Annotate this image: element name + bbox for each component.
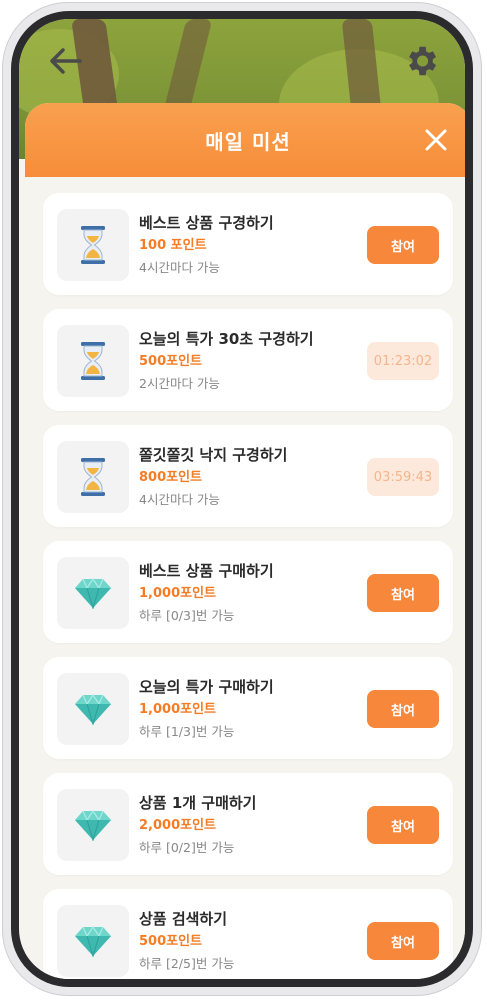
mission-title: 베스트 상품 구매하기 bbox=[139, 562, 274, 580]
mission-info: 오늘의 특가 구매하기 1,000포인트 하루 [1/3]번 가능 bbox=[139, 677, 274, 741]
mission-card: 오늘의 특가 30초 구경하기 500포인트 2시간마다 가능 01:23:02 bbox=[43, 309, 453, 411]
mission-availability: 하루 [0/2]번 가능 bbox=[139, 840, 235, 855]
mission-availability: 4시간마다 가능 bbox=[139, 260, 220, 275]
mission-availability: 2시간마다 가능 bbox=[139, 376, 220, 391]
mission-points: 500포인트 bbox=[139, 934, 203, 949]
arrow-left-icon bbox=[50, 48, 82, 74]
mission-list: 베스트 상품 구경하기 100 포인트 4시간마다 가능 참여 오늘의 특가 3… bbox=[25, 177, 465, 979]
mission-info: 오늘의 특가 30초 구경하기 500포인트 2시간마다 가능 bbox=[139, 329, 314, 393]
mission-thumbnail bbox=[57, 905, 129, 977]
mission-points: 800포인트 bbox=[139, 470, 203, 485]
mission-card: 상품 1개 구매하기 2,000포인트 하루 [0/2]번 가능 참여 bbox=[43, 773, 453, 875]
daily-mission-modal: 매일 미션 베스트 상품 구경하기 100 포인트 4시간마다 가능 참여 오늘… bbox=[25, 103, 465, 979]
hourglass-icon bbox=[81, 458, 105, 496]
mission-points: 100 포인트 bbox=[139, 238, 207, 253]
mission-availability: 하루 [2/5]번 가능 bbox=[139, 956, 235, 971]
diamond-icon bbox=[75, 577, 111, 609]
mission-card: 상품 검색하기 500포인트 하루 [2/5]번 가능 참여 bbox=[43, 889, 453, 979]
diamond-icon bbox=[75, 693, 111, 725]
mission-thumbnail bbox=[57, 441, 129, 513]
mission-points: 1,000포인트 bbox=[139, 702, 217, 717]
mission-title: 상품 검색하기 bbox=[139, 910, 228, 928]
mission-card: 베스트 상품 구경하기 100 포인트 4시간마다 가능 참여 bbox=[43, 193, 453, 295]
close-icon bbox=[425, 129, 447, 151]
mission-availability: 하루 [1/3]번 가능 bbox=[139, 724, 235, 739]
modal-title: 매일 미션 bbox=[205, 129, 291, 154]
mission-points: 500포인트 bbox=[139, 354, 203, 369]
mission-card: 오늘의 특가 구매하기 1,000포인트 하루 [1/3]번 가능 참여 bbox=[43, 657, 453, 759]
cooldown-timer: 03:59:43 bbox=[367, 458, 439, 496]
mission-thumbnail bbox=[57, 789, 129, 861]
join-button[interactable]: 참여 bbox=[367, 690, 439, 728]
cooldown-timer: 01:23:02 bbox=[367, 342, 439, 380]
modal-header: 매일 미션 bbox=[25, 103, 465, 177]
mission-thumbnail bbox=[57, 557, 129, 629]
mission-title: 베스트 상품 구경하기 bbox=[139, 214, 274, 232]
join-button[interactable]: 참여 bbox=[367, 806, 439, 844]
mission-info: 상품 1개 구매하기 2,000포인트 하루 [0/2]번 가능 bbox=[139, 793, 256, 857]
settings-button[interactable] bbox=[401, 41, 441, 81]
mission-thumbnail bbox=[57, 673, 129, 745]
mission-title: 오늘의 특가 구매하기 bbox=[139, 678, 274, 696]
join-button[interactable]: 참여 bbox=[367, 226, 439, 264]
phone-frame: 매일 미션 베스트 상품 구경하기 100 포인트 4시간마다 가능 참여 오늘… bbox=[2, 2, 482, 996]
mission-info: 상품 검색하기 500포인트 하루 [2/5]번 가능 bbox=[139, 909, 234, 973]
app-screen: 매일 미션 베스트 상품 구경하기 100 포인트 4시간마다 가능 참여 오늘… bbox=[19, 19, 465, 979]
close-button[interactable] bbox=[421, 125, 451, 155]
mission-info: 베스트 상품 구매하기 1,000포인트 하루 [0/3]번 가능 bbox=[139, 561, 274, 625]
mission-availability: 4시간마다 가능 bbox=[139, 492, 220, 507]
phone-bezel: 매일 미션 베스트 상품 구경하기 100 포인트 4시간마다 가능 참여 오늘… bbox=[11, 11, 473, 987]
mission-availability: 하루 [0/3]번 가능 bbox=[139, 608, 235, 623]
mission-points: 2,000포인트 bbox=[139, 818, 217, 833]
hourglass-icon bbox=[81, 226, 105, 264]
mission-info: 쫄깃쫄깃 낙지 구경하기 800포인트 4시간마다 가능 bbox=[139, 445, 287, 509]
hourglass-icon bbox=[81, 342, 105, 380]
mission-card: 베스트 상품 구매하기 1,000포인트 하루 [0/3]번 가능 참여 bbox=[43, 541, 453, 643]
join-button[interactable]: 참여 bbox=[367, 574, 439, 612]
mission-title: 오늘의 특가 30초 구경하기 bbox=[139, 330, 314, 348]
gear-icon bbox=[409, 46, 437, 76]
mission-info: 베스트 상품 구경하기 100 포인트 4시간마다 가능 bbox=[139, 213, 274, 277]
mission-card: 쫄깃쫄깃 낙지 구경하기 800포인트 4시간마다 가능 03:59:43 bbox=[43, 425, 453, 527]
mission-title: 쫄깃쫄깃 낙지 구경하기 bbox=[139, 446, 288, 464]
join-button[interactable]: 참여 bbox=[367, 922, 439, 960]
mission-thumbnail bbox=[57, 209, 129, 281]
mission-thumbnail bbox=[57, 325, 129, 397]
mission-points: 1,000포인트 bbox=[139, 586, 217, 601]
diamond-icon bbox=[75, 925, 111, 957]
back-button[interactable] bbox=[45, 41, 85, 81]
mission-title: 상품 1개 구매하기 bbox=[139, 794, 257, 812]
diamond-icon bbox=[75, 809, 111, 841]
